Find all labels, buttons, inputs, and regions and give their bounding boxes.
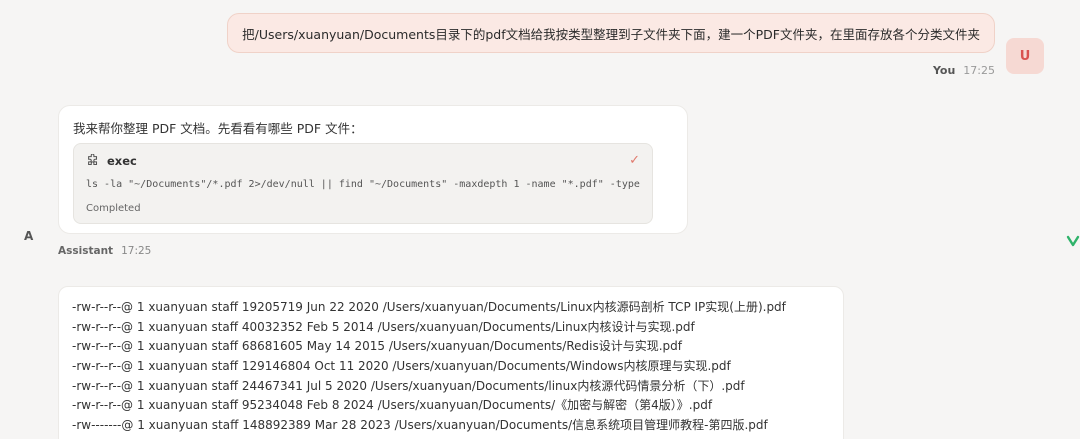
leaf-icon[interactable]	[1066, 234, 1080, 248]
file-listing: -rw-r--r--@ 1 xuanyuan staff 19205719 Ju…	[72, 298, 786, 436]
user-avatar: U	[1006, 38, 1044, 74]
check-icon: ✓	[629, 153, 640, 168]
assistant-sender-name: Assistant	[58, 245, 114, 257]
assistant-message-text: 我来帮你整理 PDF 文档。先看看有哪些 PDF 文件：	[73, 121, 363, 136]
puzzle-icon	[88, 154, 98, 166]
assistant-message-time: 17:25	[121, 245, 152, 257]
list-item: -rw-r--r--@ 1 xuanyuan staff 40032352 Fe…	[72, 319, 695, 334]
tool-name: exec	[107, 154, 137, 168]
list-item: -rw-r--r--@ 1 xuanyuan staff 24467341 Ju…	[72, 378, 745, 393]
tool-status: Completed	[86, 203, 141, 214]
list-item: -rw-------@ 1 xuanyuan staff 148892389 M…	[72, 418, 768, 433]
user-message-meta: You 17:25	[933, 64, 995, 77]
user-message-text: 把/Users/xuanyuan/Documents目录下的pdf文档给我按类型…	[242, 26, 980, 42]
user-message-bubble: 把/Users/xuanyuan/Documents目录下的pdf文档给我按类型…	[227, 13, 995, 53]
list-item: -rw-r--r--@ 1 xuanyuan staff 68681605 Ma…	[72, 339, 683, 354]
tool-command: ls -la "~/Documents"/*.pdf 2>/dev/null |…	[86, 179, 642, 190]
assistant-avatar: A	[24, 229, 34, 243]
assistant-message-bubble: 我来帮你整理 PDF 文档。先看看有哪些 PDF 文件： exec ✓ ls -…	[58, 105, 688, 234]
user-message-time: 17:25	[963, 64, 995, 77]
chat-page: 把/Users/xuanyuan/Documents目录下的pdf文档给我按类型…	[0, 0, 1080, 439]
list-item: -rw-r--r--@ 1 xuanyuan staff 19205719 Ju…	[72, 300, 786, 314]
user-sender-name: You	[932, 64, 956, 77]
list-item: -rw-r--r--@ 1 xuanyuan staff 95234048 Fe…	[72, 398, 713, 413]
assistant-message-meta: Assistant 17:25	[58, 245, 151, 257]
file-listing-card: -rw-r--r--@ 1 xuanyuan staff 19205719 Ju…	[58, 286, 844, 439]
user-avatar-letter: U	[1019, 48, 1031, 64]
tool-call-card[interactable]: exec ✓ ls -la "~/Documents"/*.pdf 2>/dev…	[73, 143, 653, 224]
list-item: -rw-r--r--@ 1 xuanyuan staff 129146804 O…	[72, 359, 731, 374]
